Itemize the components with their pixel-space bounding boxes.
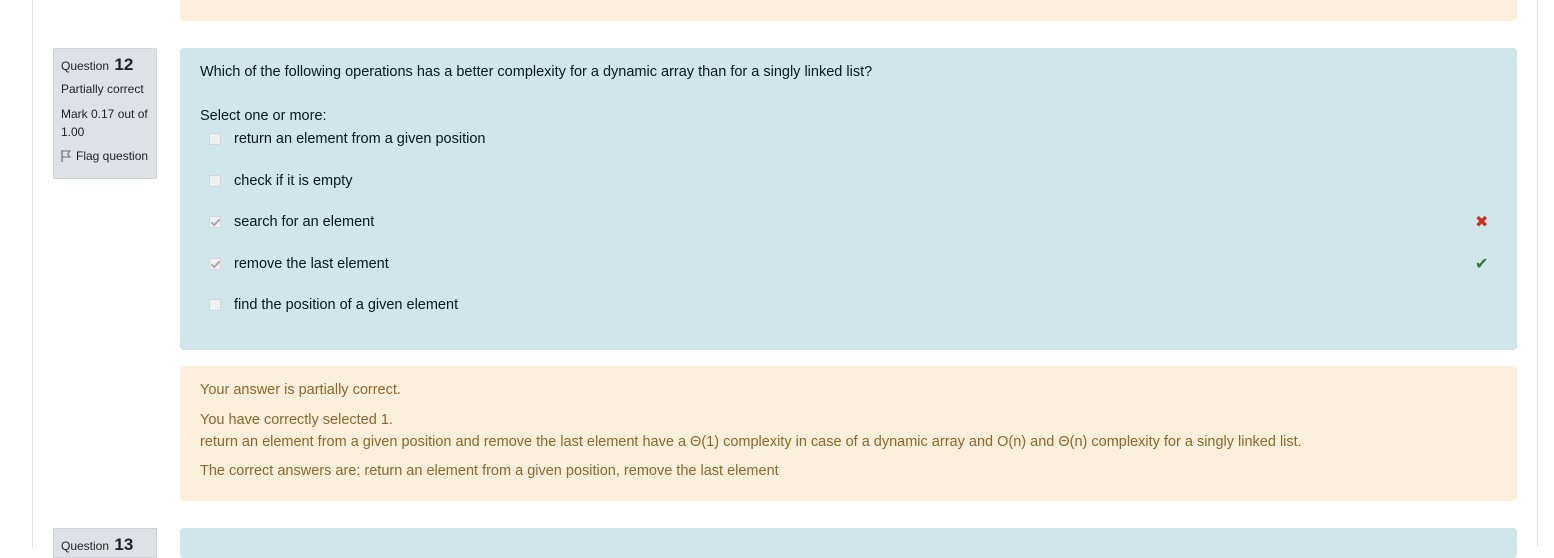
answer-label: find the position of a given element (234, 297, 459, 313)
question-formulation: Which of the following operations has a … (180, 48, 1517, 350)
answer-option[interactable]: return an element from a given position (200, 129, 1497, 171)
answer-option[interactable]: find the position of a given element (200, 295, 1497, 337)
feedback-right-answer: The correct answers are: return an eleme… (200, 463, 779, 479)
next-question-formulation (180, 528, 1517, 558)
answer-label: search for an element (234, 214, 375, 230)
next-question-info: Question 13 (53, 528, 157, 558)
question-info: Question 12 Partially correct Mark 0.17 … (53, 48, 157, 179)
question-number: Question 12 (61, 56, 149, 75)
question-text: Which of the following operations has a … (200, 64, 873, 80)
feedback-state: Your answer is partially correct. (200, 382, 401, 398)
previous-question-feedback (180, 0, 1517, 21)
question-feedback: Your answer is partially correct. You ha… (180, 366, 1517, 501)
flag-question-label: Flag question (76, 149, 149, 163)
next-question-number: 13 (114, 535, 134, 554)
answer-checkbox[interactable] (209, 174, 221, 187)
feedback-general: return an element from a given position … (200, 434, 1302, 450)
answer-option[interactable]: check if it is empty (200, 171, 1497, 213)
question-label: Question (61, 59, 110, 73)
answer-checkbox[interactable] (209, 216, 221, 228)
answer-prompt: Select one or more: (200, 108, 327, 124)
answer-option[interactable]: remove the last element ✔ (200, 254, 1497, 296)
flag-icon (61, 150, 71, 162)
feedback-selected: You have correctly selected 1. (200, 412, 393, 428)
answer-checkbox[interactable] (209, 257, 221, 270)
answer-label: remove the last element (234, 255, 389, 272)
answer-option[interactable]: search for an element ✖ (200, 212, 1497, 254)
next-question-label: Question (61, 539, 110, 553)
page-border-right (1537, 0, 1538, 547)
incorrect-icon: ✖ (1475, 214, 1489, 231)
question-state: Partially correct (61, 82, 144, 96)
answer-label: return an element from a given position (234, 131, 486, 147)
correct-icon: ✔ (1475, 255, 1489, 273)
answer-checkbox[interactable] (209, 133, 221, 145)
flag-question-button[interactable]: Flag question (61, 147, 149, 165)
answer-list: return an element from a given position … (200, 129, 1497, 337)
answer-checkbox[interactable] (209, 299, 221, 311)
question-grade: Mark 0.17 out of 1.00 (61, 107, 148, 139)
page-border-left (32, 0, 33, 547)
answer-label: check if it is empty (234, 172, 353, 189)
question-number-value: 12 (114, 55, 134, 74)
